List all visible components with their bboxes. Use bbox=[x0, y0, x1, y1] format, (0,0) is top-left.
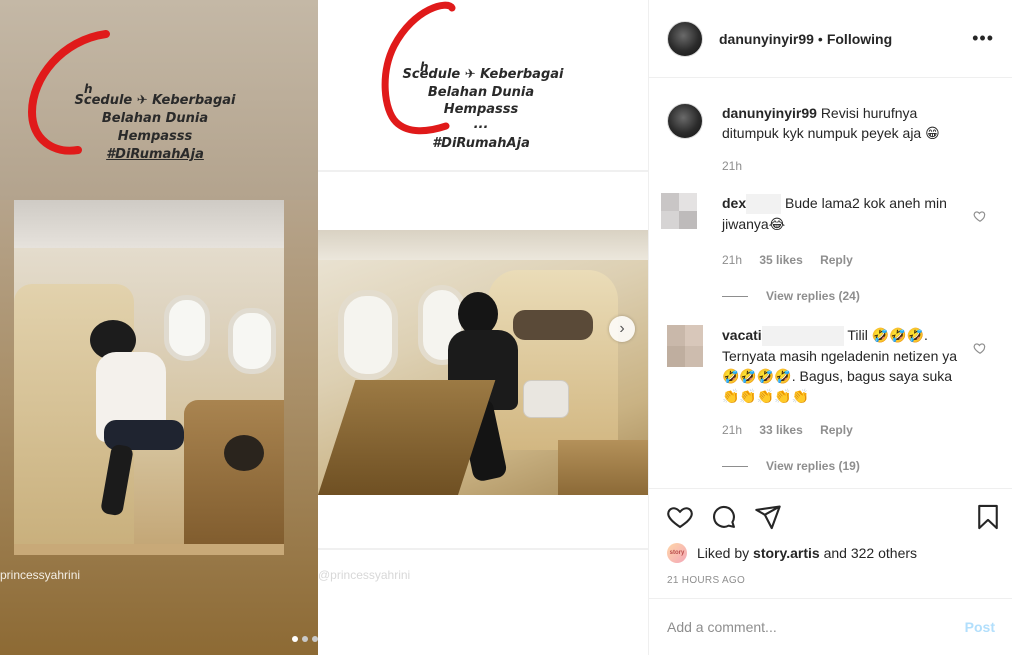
comment-time[interactable]: 21h bbox=[722, 423, 742, 437]
comment-time[interactable]: 21h bbox=[722, 253, 742, 267]
story-hashtag: #DiRumahAja bbox=[106, 147, 204, 162]
carousel-dot bbox=[302, 636, 308, 642]
caption-body: danunyinyir99 Revisi hurufnya ditumpuk k… bbox=[722, 103, 972, 143]
view-replies-label: View replies (24) bbox=[766, 289, 860, 303]
reply-button[interactable]: Reply bbox=[820, 253, 853, 267]
carousel-next-button[interactable]: › bbox=[609, 316, 635, 342]
post-header: danunyinyir99 • Following ••• bbox=[649, 0, 1012, 78]
carousel-dots bbox=[292, 636, 318, 642]
liked-by-others[interactable]: and 322 others bbox=[824, 545, 917, 561]
comment-body: dex Bude lama2 kok aneh min jiwanya😂 bbox=[722, 193, 972, 234]
story-ellipsis: ... bbox=[473, 117, 489, 132]
comment-body: vacati Tilil 🤣🤣🤣. Ternyata masih ngelade… bbox=[722, 325, 972, 406]
post-timestamp[interactable]: 21 HOURS AGO bbox=[667, 575, 745, 586]
author-avatar[interactable] bbox=[667, 20, 703, 57]
caption-comment: danunyinyir99 Revisi hurufnya ditumpuk k… bbox=[667, 103, 997, 183]
post-comment-button[interactable]: Post bbox=[965, 619, 995, 635]
post-media[interactable]: h Scedule ✈ Keberbagai Belahan Dunia Hem… bbox=[0, 0, 648, 655]
post-sidebar: danunyinyir99 • Following ••• danunyinyi… bbox=[648, 0, 1012, 655]
commenter-username[interactable]: dex bbox=[722, 195, 746, 211]
view-replies-label: View replies (19) bbox=[766, 459, 860, 473]
caption-username[interactable]: danunyinyir99 bbox=[722, 105, 817, 121]
commenter-username[interactable]: vacati bbox=[722, 327, 762, 343]
comment-like-heart-icon[interactable] bbox=[973, 341, 987, 355]
reply-button[interactable]: Reply bbox=[820, 423, 853, 437]
comment-meta: 21h 33 likes Reply bbox=[722, 423, 853, 437]
author-avatar[interactable] bbox=[667, 103, 703, 139]
story-text-line3: Hempasss bbox=[117, 129, 193, 144]
more-options-icon[interactable]: ••• bbox=[972, 28, 994, 49]
replies-line bbox=[722, 295, 748, 297]
comment-meta: 21h 35 likes Reply bbox=[722, 253, 853, 267]
watermark-right: @princessyahrini bbox=[318, 568, 411, 582]
caption-time[interactable]: 21h bbox=[722, 159, 742, 173]
story-text-line2: Belahan Dunia bbox=[101, 111, 209, 126]
commenter-avatar-blurred[interactable] bbox=[661, 193, 697, 229]
carousel-dot-active bbox=[292, 636, 298, 642]
redacted-name bbox=[761, 326, 844, 347]
view-replies-button[interactable]: View replies (24) bbox=[722, 289, 860, 303]
liked-by-summary: story Liked by story.artis and 322 other… bbox=[667, 543, 917, 563]
comment-item: dex Bude lama2 kok aneh min jiwanya😂 21h… bbox=[661, 193, 997, 303]
commenter-avatar-blurred[interactable] bbox=[667, 325, 703, 367]
carousel-dot bbox=[312, 636, 318, 642]
comment-likes[interactable]: 35 likes bbox=[759, 253, 802, 267]
author-username[interactable]: danunyinyir99 bbox=[719, 31, 814, 47]
add-comment-input[interactable] bbox=[667, 619, 965, 635]
carousel-slide-right: h Scedule ✈ Keberbagai Belahan Dunia Hem… bbox=[318, 0, 648, 655]
redacted-name bbox=[746, 194, 782, 215]
comments-list[interactable]: danunyinyir99 Revisi hurufnya ditumpuk k… bbox=[649, 79, 1012, 488]
comment-likes[interactable]: 33 likes bbox=[759, 423, 802, 437]
replies-line bbox=[722, 465, 748, 467]
like-heart-icon[interactable] bbox=[666, 503, 694, 531]
story-hashtag: #DiRumahAja bbox=[432, 136, 530, 151]
comment-item: vacati Tilil 🤣🤣🤣. Ternyata masih ngelade… bbox=[667, 325, 997, 475]
airplane-seat-photo bbox=[14, 200, 284, 555]
post-actions: story Liked by story.artis and 322 other… bbox=[649, 488, 1012, 598]
story-text-line2: Belahan Dunia bbox=[427, 85, 535, 100]
airplane-seat-photo bbox=[318, 230, 648, 495]
liked-by-prefix: Liked by bbox=[697, 545, 750, 561]
liker-avatar[interactable]: story bbox=[667, 543, 687, 563]
add-comment-bar: Post bbox=[649, 598, 1012, 655]
comment-like-heart-icon[interactable] bbox=[973, 209, 987, 223]
header-separator: • bbox=[817, 30, 823, 47]
carousel-slide-left: h Scedule ✈ Keberbagai Belahan Dunia Hem… bbox=[0, 0, 318, 655]
watermark-left: princessyahrini bbox=[0, 568, 81, 582]
story-text-line1: Scedule ✈ Keberbagai bbox=[402, 67, 564, 82]
bookmark-save-icon[interactable] bbox=[974, 503, 1002, 531]
liked-by-user[interactable]: story.artis bbox=[753, 545, 820, 561]
following-button[interactable]: Following bbox=[827, 31, 892, 47]
chevron-right-icon: › bbox=[619, 320, 625, 337]
view-replies-button[interactable]: View replies (19) bbox=[722, 459, 860, 473]
comment-bubble-icon[interactable] bbox=[710, 503, 738, 531]
share-send-icon[interactable] bbox=[754, 503, 782, 531]
story-text-line1: Scedule ✈ Keberbagai bbox=[74, 93, 236, 108]
